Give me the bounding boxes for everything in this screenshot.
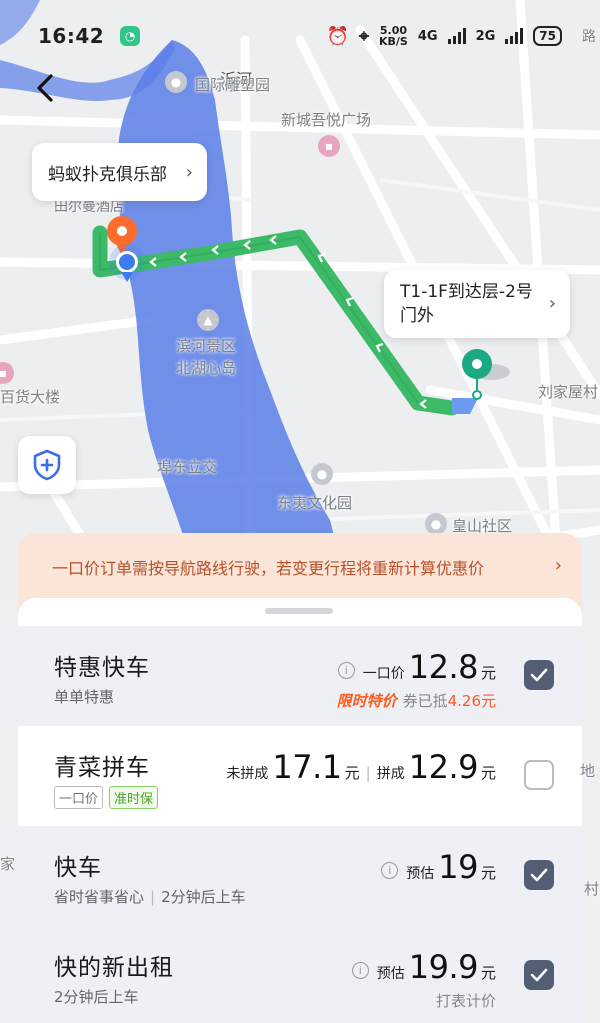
- ride-price: i 一口价 12.8 元: [337, 648, 496, 686]
- ride-name: 快车: [54, 855, 102, 881]
- ride-option-tehui[interactable]: 特惠快车 单单特惠 i 一口价 12.8 元 限时特价 券已抵4.26元: [18, 626, 582, 726]
- shield-plus-icon: [33, 449, 61, 481]
- map-label-garden: 国际雕塑园: [195, 76, 271, 94]
- chevron-right-icon: ›: [554, 555, 562, 576]
- ride-subtitle: 单单特惠: [54, 688, 115, 706]
- tag-on-time: 准时保: [109, 786, 159, 809]
- ride-price: 未拼成 17.1 元 | 拼成 12.9 元: [226, 748, 496, 786]
- tag-fixed-price: 一口价: [54, 786, 104, 809]
- destination-callout[interactable]: T1-1F到达层-2号门外 ›: [384, 270, 570, 338]
- check-icon: [530, 968, 548, 982]
- ride-meter-note: 打表计价: [435, 992, 496, 1010]
- info-icon[interactable]: i: [337, 662, 355, 679]
- poi-plaza-icon: ▪: [318, 135, 340, 157]
- network-speed: 5.00 KB/S: [379, 24, 408, 48]
- ride-price: i 预估 19 元: [381, 848, 496, 886]
- ride-checkbox[interactable]: [524, 660, 554, 690]
- check-icon: [530, 668, 548, 682]
- ride-name: 青菜拼车: [54, 755, 150, 781]
- map-label-interchange: 埠东立交: [157, 458, 218, 476]
- chevron-left-icon: [37, 74, 53, 102]
- status-bar: 16:42 ◔ ⏰ ⌖ 5.00 KB/S 4G 2G 75: [0, 0, 600, 72]
- ride-subtitle: 省时省事省心 | 2分钟后上车: [54, 888, 246, 906]
- poi-garden-icon: ●: [165, 71, 187, 93]
- poi-community-icon: ●: [425, 513, 447, 535]
- ride-option-express[interactable]: 快车 省时省事省心 | 2分钟后上车 i 预估 19 元: [18, 826, 582, 926]
- map-label-scenic-1: 滨河景区: [176, 337, 237, 355]
- map-label-village: 刘家屋村: [538, 383, 599, 401]
- map-label-edge-right-2: 村: [584, 880, 600, 898]
- location-icon: ⌖: [358, 25, 369, 47]
- app-notification-icon: ◔: [120, 26, 141, 46]
- notice-text: 一口价订单需按导航路线行驶，若变更行程将重新计算优惠价: [52, 559, 485, 578]
- battery-icon: 75: [533, 26, 562, 46]
- info-icon[interactable]: i: [381, 862, 399, 879]
- origin-callout[interactable]: 蚂蚁扑克俱乐部 ›: [32, 143, 207, 201]
- ride-checkbox[interactable]: [524, 760, 554, 790]
- info-icon[interactable]: i: [351, 962, 369, 979]
- alarm-icon: ⏰: [326, 25, 349, 47]
- sheet-drag-handle[interactable]: [265, 608, 333, 614]
- poi-culture-park-icon: ●: [311, 463, 333, 485]
- check-icon: [530, 868, 548, 882]
- map-label-scenic-2: 北湖心岛: [176, 359, 237, 377]
- network-type-2: 2G: [475, 28, 496, 44]
- destination-name: T1-1F到达层-2号门外: [400, 282, 533, 326]
- safety-shield-button[interactable]: [18, 436, 76, 494]
- map-label-edge-right-1: 地: [580, 762, 596, 780]
- ride-checkbox[interactable]: [524, 960, 554, 990]
- signal-icon: [447, 28, 466, 44]
- ride-tags: 一口价 准时保: [54, 786, 164, 809]
- ride-options-sheet: 特惠快车 单单特惠 i 一口价 12.8 元 限时特价 券已抵4.26元 青菜拼车…: [18, 598, 582, 1023]
- ride-name: 快的新出租: [54, 955, 174, 981]
- ride-promo: 限时特价 券已抵4.26元: [336, 692, 496, 710]
- chevron-right-icon: ›: [185, 161, 193, 183]
- ride-subtitle: 2分钟后上车: [54, 988, 139, 1006]
- map-label-edge-left: 家: [0, 855, 16, 873]
- signal-2-icon: [505, 28, 524, 44]
- back-button[interactable]: [28, 70, 64, 106]
- status-time: 16:42: [38, 24, 105, 48]
- poi-scenic-icon: ▲: [197, 309, 219, 331]
- ride-option-carpool[interactable]: 青菜拼车 一口价 准时保 未拼成 17.1 元 | 拼成 12.9 元: [18, 726, 582, 826]
- ride-option-taxi[interactable]: 快的新出租 2分钟后上车 i 预估 19.9 元 打表计价: [18, 926, 582, 1023]
- destination-pin: [462, 349, 510, 400]
- chevron-right-icon: ›: [548, 293, 556, 314]
- ride-name: 特惠快车: [54, 655, 150, 681]
- map-label-plaza: 新城吾悦广场: [281, 111, 372, 129]
- network-type-1: 4G: [417, 28, 438, 44]
- ride-price: i 预估 19.9 元: [351, 948, 496, 986]
- ride-checkbox[interactable]: [524, 860, 554, 890]
- map-label-culture-park: 东夷文化园: [277, 494, 353, 512]
- map-label-store: 百货大楼: [0, 388, 61, 406]
- origin-name: 蚂蚁扑克俱乐部: [48, 164, 167, 185]
